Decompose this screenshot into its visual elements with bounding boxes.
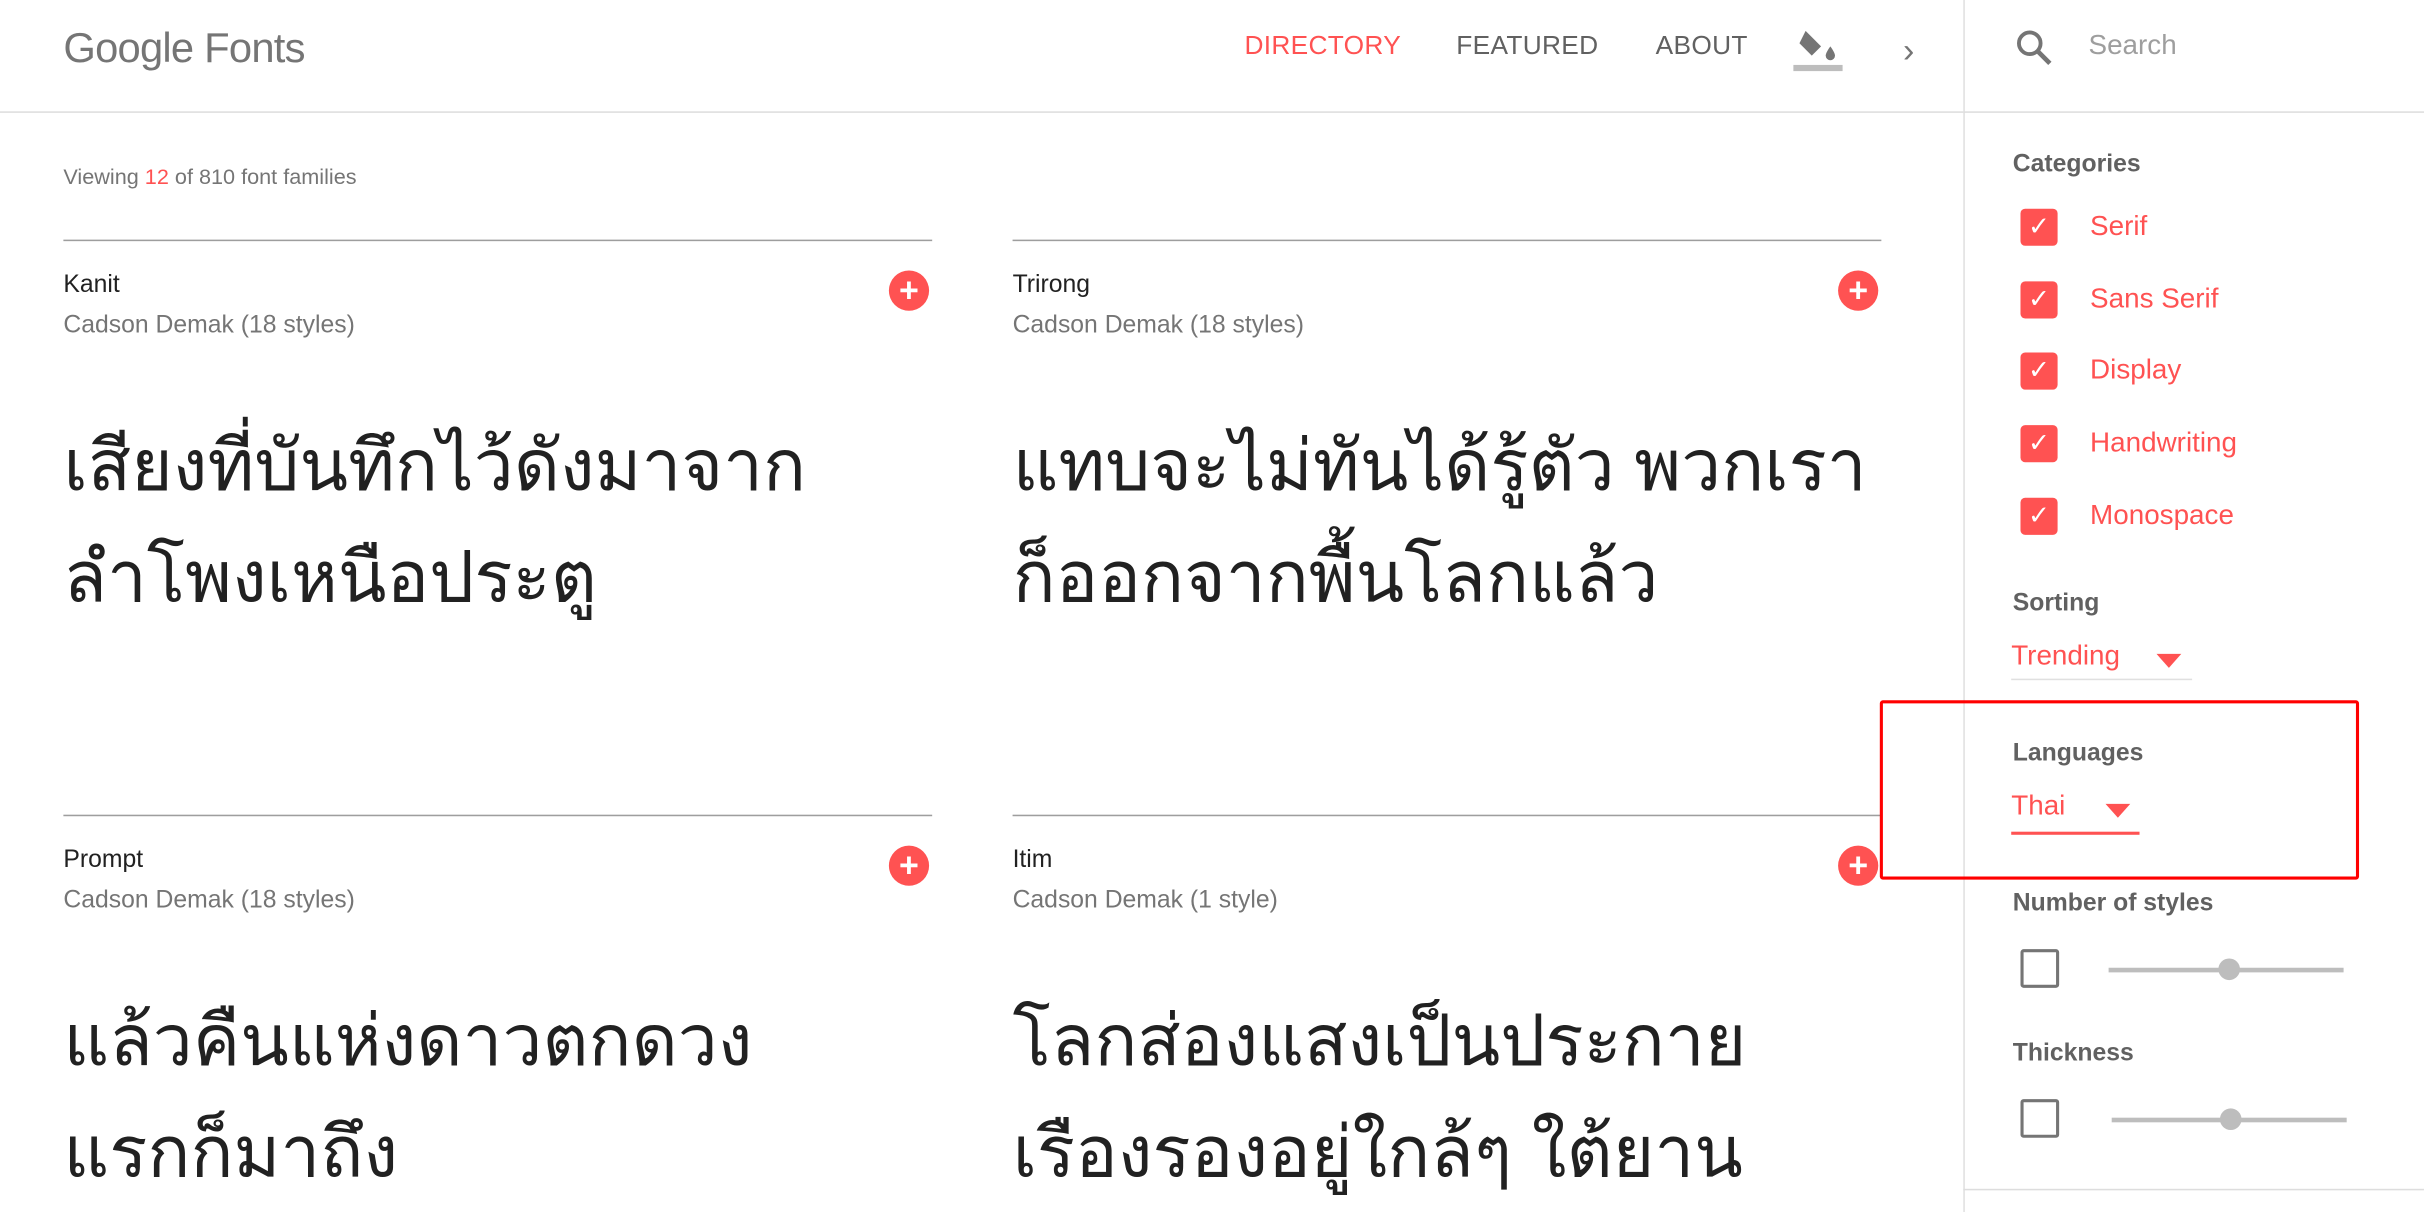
- sorting-label: Sorting: [2012, 590, 2100, 617]
- thickness-checkbox[interactable]: [2020, 1099, 2060, 1138]
- card-divider: [63, 239, 933, 242]
- viewing-number: 12: [144, 163, 169, 189]
- add-font-button[interactable]: +: [1838, 270, 1879, 311]
- nav-featured[interactable]: FEATURED: [1456, 31, 1598, 62]
- sample-line: แทบจะไม่ทันได้รู้ตัว พวกเรา: [1012, 425, 1867, 506]
- sample-line: โลกส่องแสงเป็นประกาย: [1012, 1000, 1747, 1081]
- styles-slider-thumb[interactable]: [2218, 958, 2241, 981]
- paint-bucket-icon[interactable]: [1793, 25, 1843, 74]
- viewing-count: Viewing 12 of 810 font families: [63, 164, 356, 189]
- sorting-dropdown[interactable]: Trending: [2011, 640, 2193, 681]
- font-name[interactable]: Kanit: [63, 272, 119, 300]
- font-author: Cadson Demak (1 style): [1012, 887, 1278, 914]
- add-font-button[interactable]: +: [888, 845, 930, 886]
- font-author: Cadson Demak (18 styles): [1012, 312, 1304, 339]
- languages-dropdown[interactable]: Thai: [2011, 789, 2140, 835]
- font-name[interactable]: Trirong: [1013, 272, 1090, 300]
- divider: [1963, 111, 2424, 113]
- category-label[interactable]: Monospace: [2090, 499, 2234, 531]
- category-checkbox[interactable]: ✓: [2020, 208, 2058, 246]
- sample-line: เสียงที่บันทึกไว้ดังมาจาก: [63, 425, 807, 506]
- category-checkbox[interactable]: ✓: [2020, 280, 2058, 318]
- font-sample: แทบจะไม่ทันได้รู้ตัว พวกเราก็ออกจากพื้นโ…: [1013, 410, 1867, 633]
- font-sample: เสียงที่บันทึกไว้ดังมาจากลำโพงเหนือประตู: [63, 410, 806, 633]
- font-sample: แล้วคืนแห่งดาวตกดวงแรกก็มาถึง: [63, 985, 752, 1208]
- nav-about[interactable]: ABOUT: [1656, 31, 1748, 62]
- category-label[interactable]: Handwriting: [2090, 427, 2237, 459]
- styles-label: Number of styles: [2012, 890, 2214, 917]
- category-label[interactable]: Display: [2090, 355, 2181, 387]
- search-input[interactable]: Search: [2089, 29, 2177, 61]
- languages-value: Thai: [2011, 789, 2066, 821]
- font-name[interactable]: Itim: [1013, 847, 1053, 875]
- sample-line: ลำโพงเหนือประตู: [63, 536, 597, 617]
- sample-line: แล้วคืนแห่งดาวตกดวง: [63, 1000, 753, 1081]
- add-font-button[interactable]: +: [1838, 845, 1879, 886]
- chevron-right-icon[interactable]: ›: [1903, 31, 1914, 71]
- category-checkbox[interactable]: ✓: [2020, 353, 2058, 391]
- card-divider: [63, 814, 933, 817]
- category-checkbox[interactable]: ✓: [2020, 497, 2058, 535]
- thickness-slider-thumb[interactable]: [2219, 1108, 2242, 1131]
- card-divider: [1012, 239, 1882, 242]
- viewing-prefix: Viewing: [63, 163, 145, 189]
- font-author: Cadson Demak (18 styles): [63, 312, 355, 339]
- card-divider: [1012, 814, 1882, 817]
- category-label[interactable]: Sans Serif: [2090, 282, 2218, 314]
- sample-line: เรืองรองอยู่ใกล้ๆ ใต้ยาน: [1012, 1111, 1743, 1192]
- category-checkbox[interactable]: ✓: [2020, 425, 2058, 463]
- sample-line: แรกก็มาถึง: [63, 1111, 399, 1192]
- sample-line: ก็ออกจากพื้นโลกแล้ว: [1012, 536, 1659, 617]
- search-icon[interactable]: [2014, 28, 2054, 76]
- nav-directory[interactable]: DIRECTORY: [1244, 31, 1401, 62]
- font-author: Cadson Demak (18 styles): [63, 887, 355, 914]
- font-name[interactable]: Prompt: [63, 847, 143, 875]
- logo[interactable]: Google Fonts: [63, 25, 305, 73]
- languages-label: Languages: [2012, 740, 2144, 767]
- dropdown-arrow-icon: [2105, 803, 2131, 818]
- categories-label: Categories: [2012, 151, 2141, 178]
- viewing-suffix: of 810 font families: [168, 163, 357, 189]
- font-sample: โลกส่องแสงเป็นประกายเรืองรองอยู่ใกล้ๆ ใต…: [1013, 985, 1747, 1208]
- add-font-button[interactable]: +: [888, 270, 930, 311]
- divider: [1963, 1188, 2424, 1191]
- dropdown-arrow-icon: [2156, 653, 2182, 668]
- sorting-value: Trending: [2011, 640, 2121, 671]
- styles-checkbox[interactable]: [2020, 949, 2060, 988]
- thickness-label: Thickness: [2012, 1040, 2134, 1067]
- category-label[interactable]: Serif: [2090, 210, 2147, 242]
